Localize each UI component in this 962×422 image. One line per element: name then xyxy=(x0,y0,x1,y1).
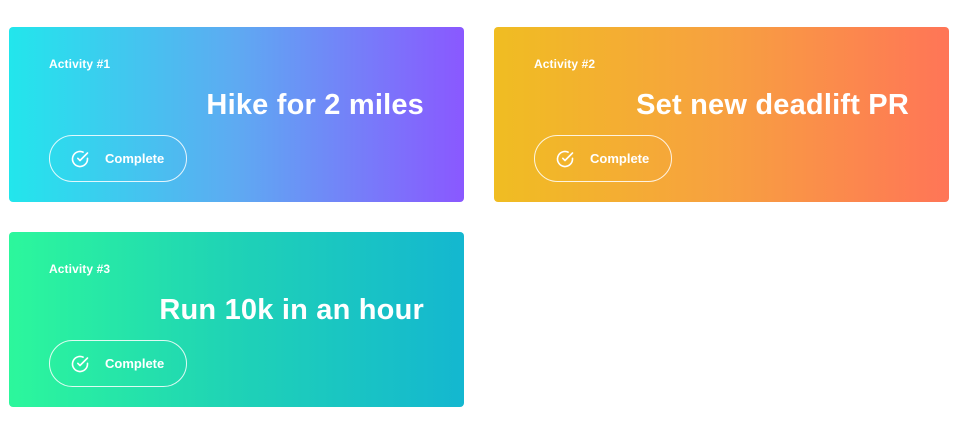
activity-card-3: Activity #3 Run 10k in an hour Complete xyxy=(9,232,464,407)
activity-card-2: Activity #2 Set new deadlift PR Complete xyxy=(494,27,949,202)
complete-button[interactable]: Complete xyxy=(49,340,187,387)
activity-title: Run 10k in an hour xyxy=(159,294,424,326)
complete-button-label: Complete xyxy=(105,356,165,371)
complete-button-label: Complete xyxy=(590,151,650,166)
check-circle-icon xyxy=(555,149,575,169)
activity-label: Activity #1 xyxy=(49,57,111,71)
complete-button[interactable]: Complete xyxy=(49,135,187,182)
check-circle-icon xyxy=(70,149,90,169)
activity-label: Activity #2 xyxy=(534,57,596,71)
complete-button-label: Complete xyxy=(105,151,165,166)
activity-title: Set new deadlift PR xyxy=(636,89,909,121)
activity-label: Activity #3 xyxy=(49,262,111,276)
activity-card-1: Activity #1 Hike for 2 miles Complete xyxy=(9,27,464,202)
check-circle-icon xyxy=(70,354,90,374)
complete-button[interactable]: Complete xyxy=(534,135,672,182)
activity-title: Hike for 2 miles xyxy=(206,89,424,121)
